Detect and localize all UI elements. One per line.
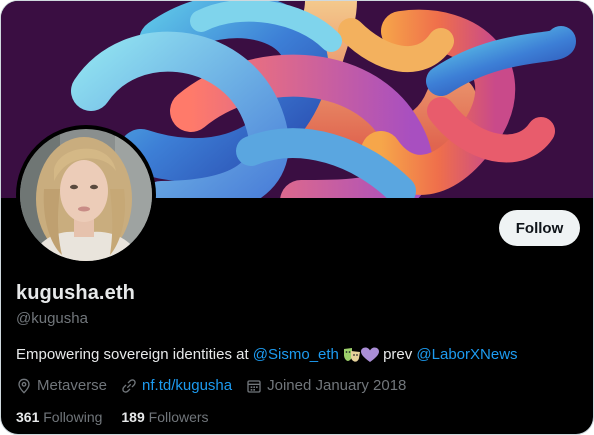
profile-meta: Metaverse nf.td/kugusha Joined January 2… xyxy=(16,377,420,394)
followers-count: 189 xyxy=(121,409,145,425)
profile-stats: 361 Following 189 Followers xyxy=(16,409,228,425)
avatar-photo xyxy=(20,129,152,261)
theater-masks-emoji xyxy=(343,347,361,363)
following-label: Following xyxy=(43,409,103,425)
joined-text: Joined January 2018 xyxy=(267,377,407,394)
bio-text-middle: prev xyxy=(378,346,417,363)
followers-label: Followers xyxy=(148,409,209,425)
following-count: 361 xyxy=(16,409,40,425)
following-link[interactable]: 361 Following xyxy=(16,409,102,425)
website-link[interactable]: nf.td/kugusha xyxy=(142,377,232,394)
profile-bio: Empowering sovereign identities at @Sism… xyxy=(16,346,518,363)
mention-sismo-link[interactable]: @Sismo_eth xyxy=(253,346,339,363)
location-text: Metaverse xyxy=(37,377,108,394)
display-name: kugusha.eth xyxy=(16,282,135,304)
followers-link[interactable]: 189 Followers xyxy=(121,409,208,425)
purple-heart-emoji xyxy=(360,347,379,363)
website-item: nf.td/kugusha xyxy=(121,377,232,394)
location-pin-icon xyxy=(18,378,30,394)
location-item: Metaverse xyxy=(16,377,107,394)
mention-laborxnews-link[interactable]: @LaborXNews xyxy=(416,346,517,363)
profile-card: Follow kugusha.eth @kugusha Empowering s… xyxy=(0,0,594,435)
joined-item: Joined January 2018 xyxy=(246,377,406,394)
bio-text-prefix: Empowering sovereign identities at xyxy=(16,346,253,363)
follow-button[interactable]: Follow xyxy=(499,210,580,246)
user-handle: @kugusha xyxy=(16,310,88,327)
link-icon xyxy=(122,378,136,393)
avatar[interactable] xyxy=(16,125,156,265)
calendar-icon xyxy=(247,379,261,393)
